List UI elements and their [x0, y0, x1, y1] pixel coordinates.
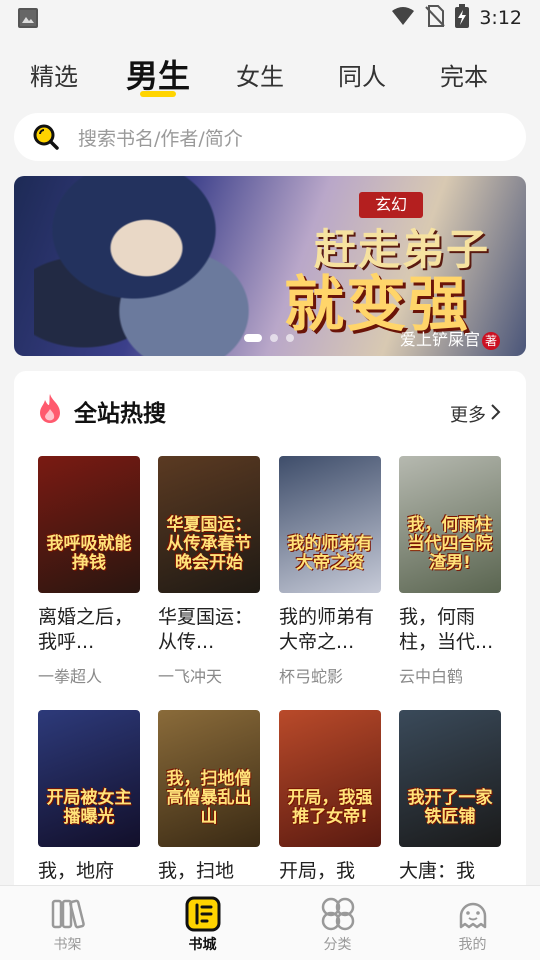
book-cover[interactable]: 华夏国运：从传承春节晚会开始 — [158, 456, 260, 593]
nav-bookstore[interactable]: 书城 — [135, 886, 270, 960]
promo-banner[interactable]: 玄幻 赶走弟子 就变强 爱上铲屎官 著 — [14, 176, 526, 356]
book-title[interactable]: 离婚之后，我呼... — [38, 605, 142, 655]
book-cover[interactable]: 我的师弟有大帝之资 — [279, 456, 381, 593]
nav-label: 我的 — [458, 937, 487, 953]
book-title[interactable]: 我，何雨柱，当代... — [399, 605, 503, 655]
chevron-right-icon — [490, 403, 502, 426]
book-item[interactable]: 华夏国运：从传承春节晚会开始华夏国运：从传... 一飞冲天 — [158, 456, 262, 687]
nav-label: 书城 — [188, 937, 217, 953]
book-cover[interactable]: 我呼吸就能挣钱 — [38, 456, 140, 593]
status-bar: 3:12 — [0, 0, 540, 36]
hot-search-section: 全站热搜 更多 我呼吸就能挣钱离婚之后，我呼... 一拳超人 华夏国运：从传承春节晚… — [14, 371, 526, 960]
bottom-navigation: 书架 书城 分类 我的 — [0, 885, 540, 960]
no-sim-icon — [425, 5, 446, 31]
category-icon — [320, 896, 356, 932]
more-link[interactable]: 更多 — [450, 401, 502, 427]
book-cover[interactable]: 开局，我强推了女帝! — [279, 710, 381, 847]
book-author: 云中白鹤 — [399, 667, 464, 686]
category-tabs: 精选 男生 女生 同人 完本 — [0, 44, 540, 104]
book-cover[interactable]: 我，何雨柱当代四合院渣男! — [399, 456, 501, 593]
book-author: 一拳超人 — [38, 667, 103, 686]
fire-icon — [36, 393, 64, 429]
banner-pagination — [244, 334, 294, 342]
book-cover-title: 我的师弟有大帝之资 — [287, 534, 373, 573]
bookshelf-icon — [50, 896, 86, 932]
book-cover[interactable]: 我开了一家铁匠铺 — [399, 710, 501, 847]
book-cover-title: 我开了一家铁匠铺 — [407, 788, 493, 827]
wifi-icon — [391, 6, 415, 30]
profile-icon — [455, 896, 491, 932]
nav-label: 书架 — [53, 937, 82, 953]
nav-category[interactable]: 分类 — [270, 886, 405, 960]
book-cover-title: 华夏国运：从传承春节晚会开始 — [166, 515, 252, 573]
battery-charging-icon — [455, 4, 470, 32]
section-title: 全站热搜 — [74, 401, 166, 427]
active-tab-indicator — [140, 91, 176, 97]
book-author: 一飞冲天 — [158, 667, 223, 686]
section-header: 全站热搜 — [36, 393, 166, 429]
search-icon — [32, 123, 60, 151]
more-label: 更多 — [450, 405, 486, 426]
banner-dot[interactable] — [244, 334, 262, 342]
tab-fanfic[interactable]: 同人 — [338, 57, 386, 92]
banner-character-art — [34, 176, 284, 356]
book-cover-title: 我，何雨柱当代四合院渣男! — [407, 515, 493, 573]
status-time: 3:12 — [479, 7, 522, 29]
book-cover[interactable]: 我，扫地僧高僧暴乱出山 — [158, 710, 260, 847]
search-placeholder: 搜索书名/作者/简介 — [78, 127, 243, 150]
tab-featured[interactable]: 精选 — [30, 57, 78, 92]
banner-author: 爱上铲屎官 — [399, 330, 480, 349]
banner-genre-tag: 玄幻 — [359, 192, 423, 218]
book-cover-title: 我呼吸就能挣钱 — [46, 534, 132, 573]
banner-author-badge: 著 — [482, 332, 500, 350]
search-input[interactable]: 搜索书名/作者/简介 — [14, 113, 526, 161]
book-cover[interactable]: 开局被女主播曝光 — [38, 710, 140, 847]
book-item[interactable]: 我呼吸就能挣钱离婚之后，我呼... 一拳超人 — [38, 456, 142, 687]
book-item[interactable]: 我，何雨柱当代四合院渣男! 我，何雨柱，当代... 云中白鹤 — [399, 456, 503, 687]
banner-dot[interactable] — [286, 334, 294, 342]
image-notification-icon — [18, 8, 38, 28]
bookstore-icon — [185, 896, 221, 932]
book-title[interactable]: 华夏国运：从传... — [158, 605, 262, 655]
nav-bookshelf[interactable]: 书架 — [0, 886, 135, 960]
book-cover-title: 开局被女主播曝光 — [46, 788, 132, 827]
banner-dot[interactable] — [270, 334, 278, 342]
tab-completed[interactable]: 完本 — [440, 57, 488, 92]
nav-label: 分类 — [323, 937, 352, 953]
book-cover-title: 我，扫地僧高僧暴乱出山 — [166, 769, 252, 827]
book-author: 杯弓蛇影 — [279, 667, 344, 686]
nav-profile[interactable]: 我的 — [405, 886, 540, 960]
book-title[interactable]: 我的师弟有大帝之... — [279, 605, 383, 655]
book-item[interactable]: 我的师弟有大帝之资我的师弟有大帝之... 杯弓蛇影 — [279, 456, 383, 687]
book-cover-title: 开局，我强推了女帝! — [287, 788, 373, 827]
tab-female[interactable]: 女生 — [236, 57, 284, 92]
